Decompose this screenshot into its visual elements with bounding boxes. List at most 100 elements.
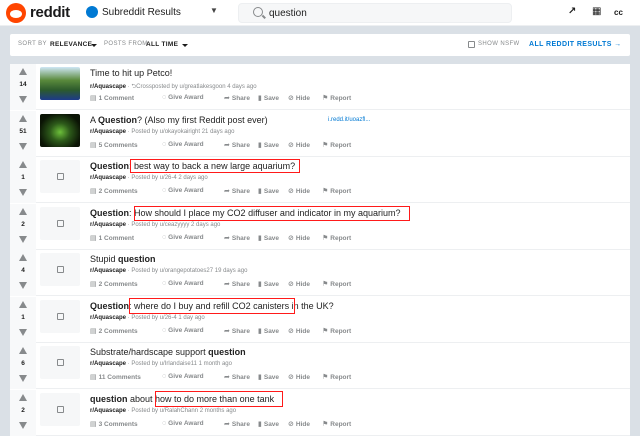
upvote-icon[interactable] [19,114,27,122]
save-button[interactable]: ▮ Save [258,327,279,335]
upvote-icon[interactable] [19,393,27,401]
post-thumbnail[interactable] [40,113,80,147]
subreddit-link[interactable]: r/Aquascape [90,175,126,181]
downvote-icon[interactable] [19,189,27,196]
give-award-button[interactable]: ◌ Give Award [162,94,204,101]
post-row[interactable]: 6 Substrate/hardscape support question r… [10,343,630,389]
share-button[interactable]: ➦ Share [224,187,250,195]
downvote-icon[interactable] [19,142,27,150]
subreddit-results-dropdown[interactable]: Subreddit Results [102,7,181,18]
comments-button[interactable]: ▤ 1 Comment [90,94,134,102]
post-row[interactable]: 51 A Question? (Also my first Reddit pos… [10,110,630,157]
comments-button[interactable]: ▤ 3 Comments [90,420,138,428]
comments-button[interactable]: ▤ 2 Comments [90,327,138,335]
report-button[interactable]: ⚑ Report [322,327,351,335]
save-button[interactable]: ▮ Save [258,420,279,428]
share-button[interactable]: ➦ Share [224,234,250,242]
report-button[interactable]: ⚑ Report [322,187,351,195]
chevron-down-icon[interactable] [182,44,188,47]
give-award-button[interactable]: ◌ Give Award [162,187,204,194]
save-button[interactable]: ▮ Save [258,234,279,242]
give-award-button[interactable]: ◌ Give Award [162,373,204,380]
search-input[interactable] [269,7,499,20]
post-title[interactable]: Stupid question [90,254,156,264]
report-button[interactable]: ⚑ Report [322,373,351,381]
text-post-thumbnail[interactable] [40,206,80,240]
chevron-down-icon[interactable] [91,44,97,47]
subreddit-link[interactable]: r/Aquascape [90,222,126,228]
subreddit-link[interactable]: r/Aquascape [90,84,126,90]
search-bar[interactable] [238,3,512,23]
upvote-icon[interactable] [19,161,27,168]
subreddit-link[interactable]: r/Aquascape [90,315,126,321]
text-post-thumbnail[interactable] [40,160,80,193]
hide-button[interactable]: ⊘ Hide [288,187,310,195]
upvote-icon[interactable] [19,300,27,308]
comments-button[interactable]: ▤ 2 Comments [90,187,138,195]
text-post-thumbnail[interactable] [40,346,80,379]
post-row[interactable]: 14 Time to hit up Petco! r/Aquascape · ⮌… [10,64,630,110]
save-button[interactable]: ▮ Save [258,373,279,381]
give-award-button[interactable]: ◌ Give Award [162,420,204,427]
save-button[interactable]: ▮ Save [258,280,279,288]
show-nsfw-checkbox[interactable] [468,41,475,48]
subreddit-link[interactable]: r/Aquascape [90,129,126,135]
downvote-icon[interactable] [19,282,27,289]
subreddit-link[interactable]: r/Aquascape [90,408,126,414]
posts-from-dropdown[interactable]: ALL TIME [146,41,178,48]
comments-button[interactable]: ▤ 2 Comments [90,280,138,288]
subreddit-link[interactable]: r/Aquascape [90,268,126,274]
report-button[interactable]: ⚑ Report [322,94,351,102]
all-reddit-results-link[interactable]: ALL REDDIT RESULTS → [529,41,622,48]
external-link[interactable]: i.redd.it/uoazfl... [328,117,370,123]
hide-button[interactable]: ⊘ Hide [288,234,310,242]
hide-button[interactable]: ⊘ Hide [288,280,310,288]
give-award-button[interactable]: ◌ Give Award [162,141,204,148]
post-row[interactable]: 1 Question: best way to back a new large… [10,157,630,203]
text-post-thumbnail[interactable] [40,392,80,426]
post-thumbnail[interactable] [40,67,80,100]
hide-button[interactable]: ⊘ Hide [288,327,310,335]
share-button[interactable]: ➦ Share [224,420,250,428]
post-title[interactable]: A Question? (Also my first Reddit post e… [90,115,268,125]
share-button[interactable]: ➦ Share [224,94,250,102]
comments-button[interactable]: ▤ 1 Comment [90,234,134,242]
downvote-icon[interactable] [19,421,27,429]
save-button[interactable]: ▮ Save [258,141,279,149]
post-row[interactable]: 2 question about how to do more than one… [10,389,630,436]
report-button[interactable]: ⚑ Report [322,141,351,149]
report-button[interactable]: ⚑ Report [322,420,351,428]
give-award-button[interactable]: ◌ Give Award [162,234,204,241]
post-row[interactable]: 1 Question: where do I buy and refill CO… [10,296,630,343]
downvote-icon[interactable] [19,96,27,103]
hide-button[interactable]: ⊘ Hide [288,373,310,381]
hide-button[interactable]: ⊘ Hide [288,141,310,149]
downvote-icon[interactable] [19,375,27,382]
chat-icon[interactable]: cc [614,8,623,17]
text-post-thumbnail[interactable] [40,253,80,286]
save-button[interactable]: ▮ Save [258,94,279,102]
upvote-icon[interactable] [19,68,27,75]
give-award-button[interactable]: ◌ Give Award [162,327,204,334]
comments-button[interactable]: ▤ 11 Comments [90,373,141,381]
reddit-logo-icon[interactable] [6,3,26,23]
share-button[interactable]: ➦ Share [224,373,250,381]
chevron-down-icon[interactable]: ▼ [210,6,218,15]
hide-button[interactable]: ⊘ Hide [288,94,310,102]
save-button[interactable]: ▮ Save [258,187,279,195]
comments-button[interactable]: ▤ 5 Comments [90,141,138,149]
hide-button[interactable]: ⊘ Hide [288,420,310,428]
downvote-icon[interactable] [19,235,27,243]
upvote-icon[interactable] [19,347,27,354]
upvote-icon[interactable] [19,254,27,261]
report-button[interactable]: ⚑ Report [322,234,351,242]
upvote-icon[interactable] [19,207,27,215]
subreddit-link[interactable]: r/Aquascape [90,361,126,367]
give-award-button[interactable]: ◌ Give Award [162,280,204,287]
post-row[interactable]: 4 Stupid question r/Aquascape · Posted b… [10,250,630,296]
downvote-icon[interactable] [19,328,27,336]
reddit-logo-text[interactable]: reddit [30,4,70,21]
share-button[interactable]: ➦ Share [224,280,250,288]
text-post-thumbnail[interactable] [40,299,80,333]
share-button[interactable]: ➦ Share [224,327,250,335]
